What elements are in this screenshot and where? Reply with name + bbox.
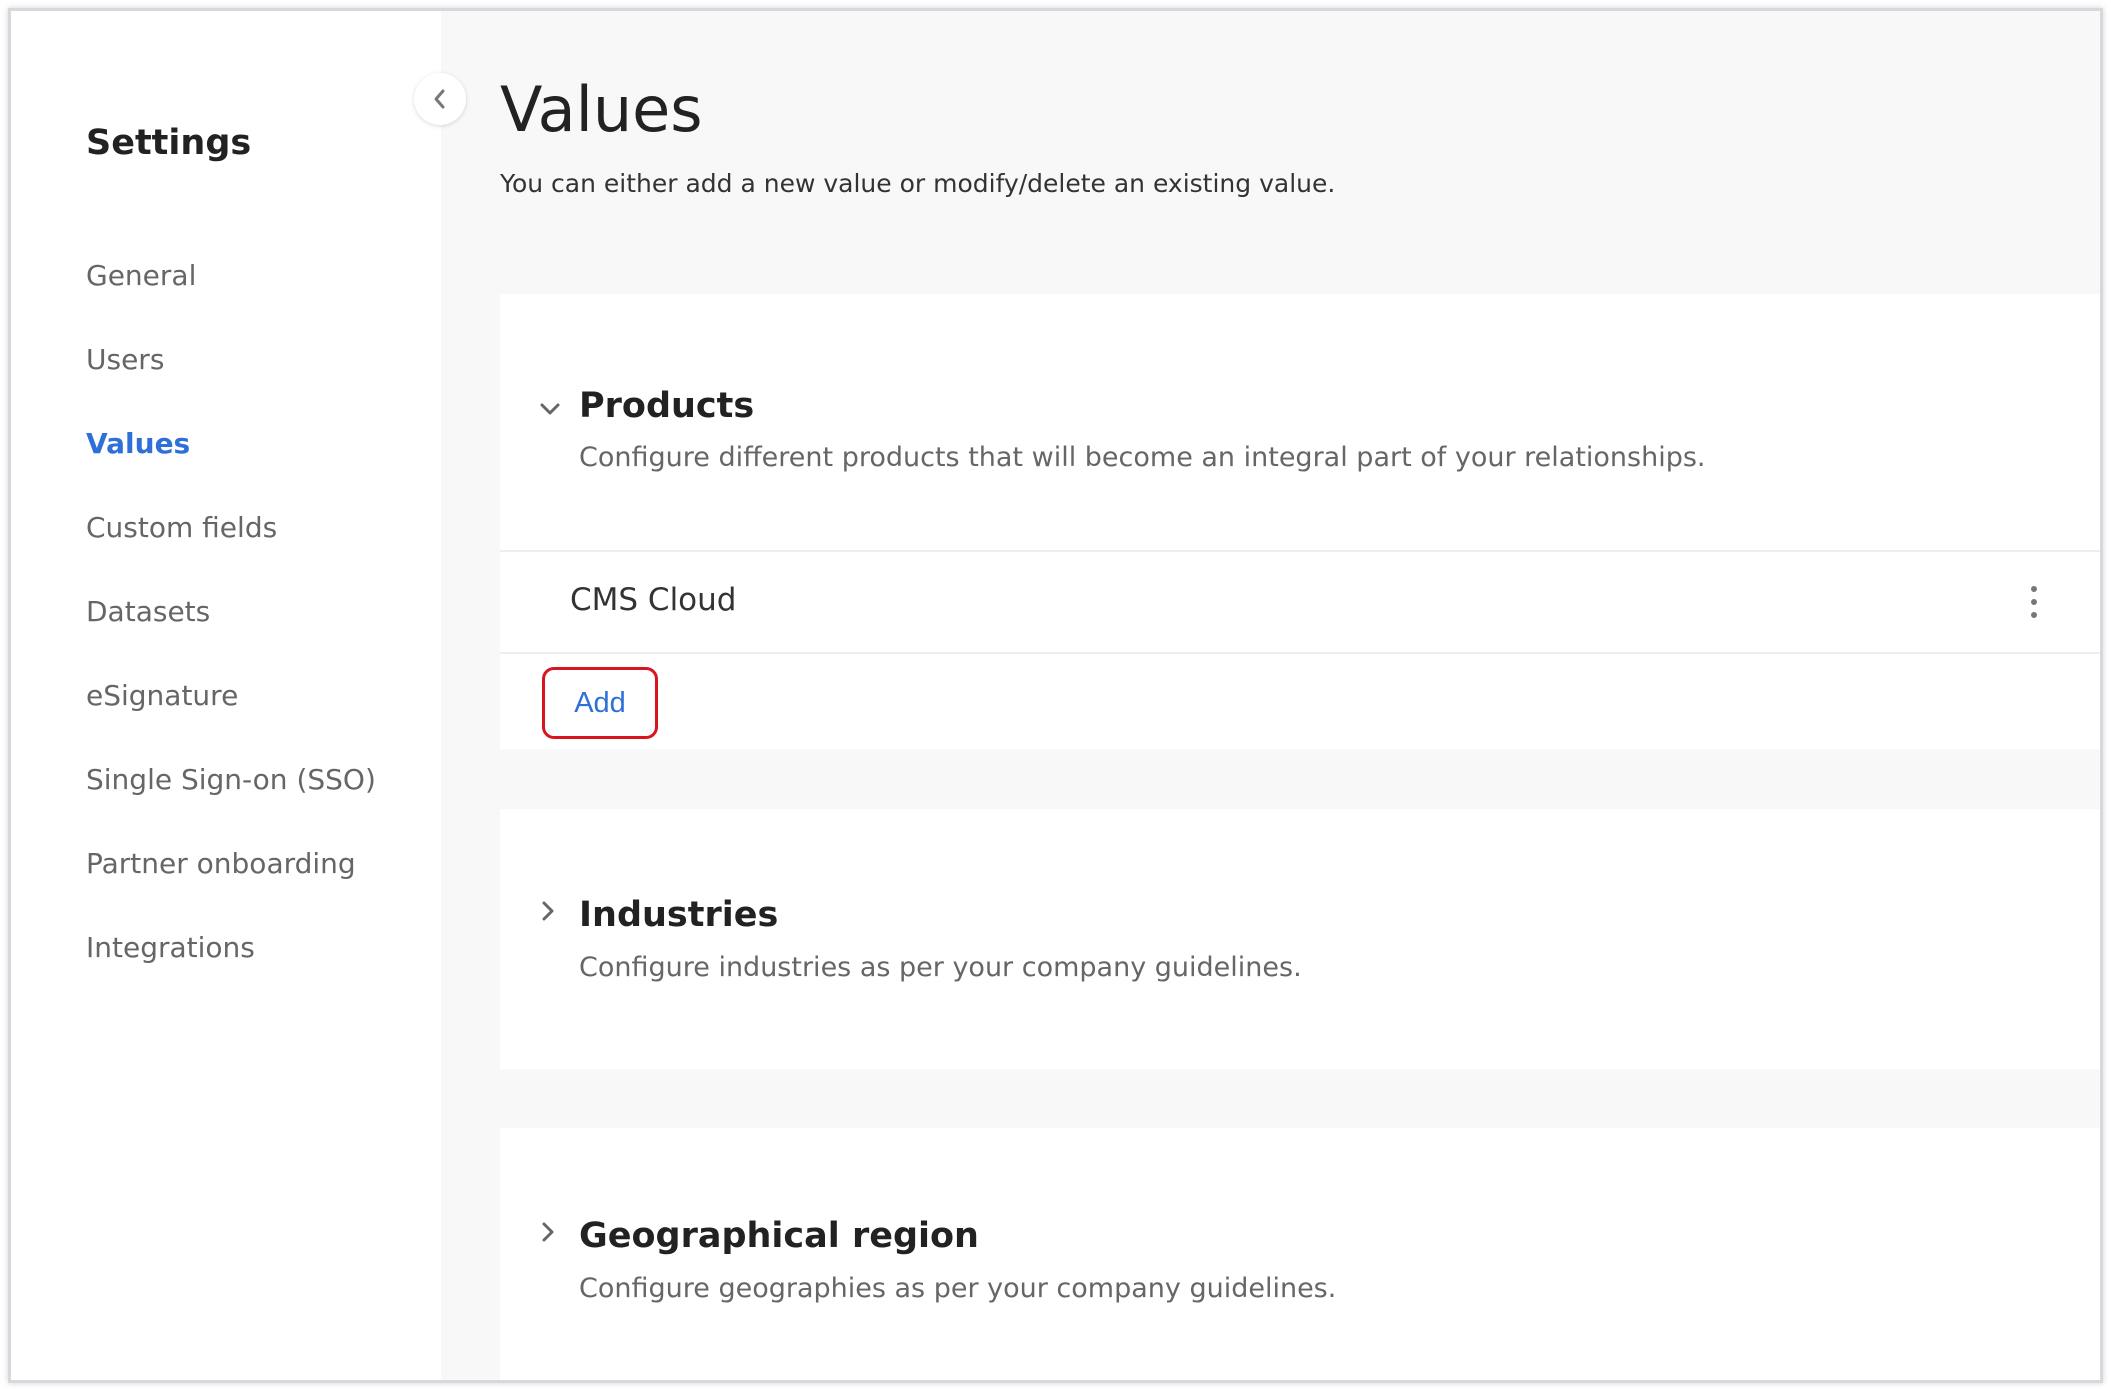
geographical-region-description: Configure geographies as per your compan… — [579, 1273, 1337, 1304]
industries-title[interactable]: Industries — [579, 895, 778, 935]
collapse-sidebar-button[interactable] — [414, 73, 466, 125]
app-window: Settings General Users Values Custom fie… — [8, 8, 2103, 1383]
sidebar-item-users[interactable]: Users — [86, 343, 164, 376]
page-subtitle: You can either add a new value or modify… — [500, 169, 1336, 198]
more-options-icon[interactable] — [2028, 586, 2040, 618]
chevron-right-icon[interactable] — [538, 1220, 558, 1244]
divider — [500, 652, 2100, 654]
geographical-region-title[interactable]: Geographical region — [579, 1216, 979, 1256]
chevron-down-icon[interactable] — [538, 399, 562, 419]
products-description: Configure different products that will b… — [579, 442, 1706, 473]
page-title: Values — [500, 73, 703, 146]
chevron-right-icon[interactable] — [538, 899, 558, 923]
sidebar-item-partner-onboarding[interactable]: Partner onboarding — [86, 847, 356, 880]
sidebar-item-integrations[interactable]: Integrations — [86, 931, 255, 964]
sidebar-item-values[interactable]: Values — [86, 427, 190, 460]
products-title[interactable]: Products — [579, 386, 754, 426]
main-content: Values You can either add a new value or… — [441, 11, 2100, 1380]
products-section: Products Configure different products th… — [500, 294, 2100, 749]
settings-sidebar: Settings General Users Values Custom fie… — [11, 11, 441, 1380]
sidebar-item-esignature[interactable]: eSignature — [86, 679, 238, 712]
sidebar-title: Settings — [86, 123, 252, 163]
sidebar-item-sso[interactable]: Single Sign-on (SSO) — [86, 763, 376, 796]
industries-section: Industries Configure industries as per y… — [500, 809, 2100, 1069]
geographical-region-section: Geographical region Configure geographie… — [500, 1128, 2100, 1380]
sidebar-item-general[interactable]: General — [86, 259, 196, 292]
sidebar-item-custom-fields[interactable]: Custom fields — [86, 511, 277, 544]
industries-description: Configure industries as per your company… — [579, 952, 1302, 983]
chevron-left-icon — [434, 89, 445, 109]
value-label: CMS Cloud — [570, 582, 737, 618]
value-row: CMS Cloud — [500, 552, 2100, 652]
add-value-button[interactable]: Add — [542, 667, 658, 739]
sidebar-item-datasets[interactable]: Datasets — [86, 595, 210, 628]
